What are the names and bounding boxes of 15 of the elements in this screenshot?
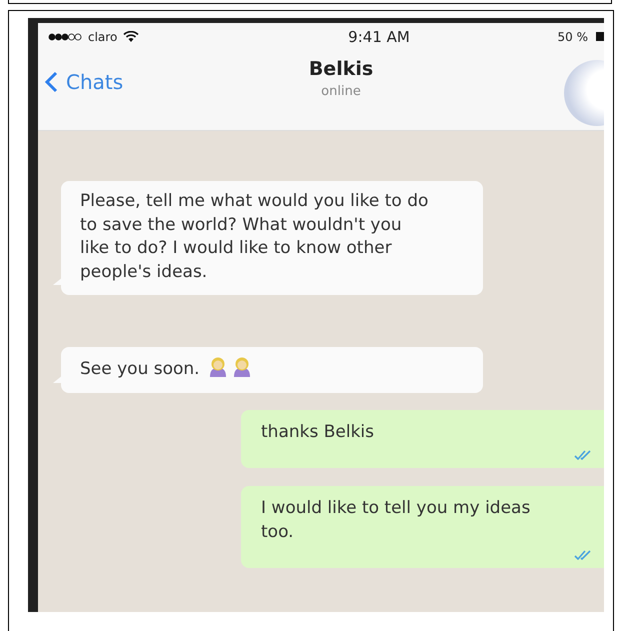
contact-status: online (321, 84, 361, 99)
message-text: See you soon. (80, 359, 200, 379)
battery-percent: 50 % (558, 30, 588, 44)
person-emoji-icon (207, 356, 229, 378)
message-text: Please, tell me what would you like to do to save the world? What wouldn't you like to do? I would like to know other people's ideas. (80, 191, 428, 282)
message-text: thanks Belkis (261, 422, 374, 442)
wifi-icon (123, 30, 140, 42)
carrier-name: claro (88, 30, 118, 44)
chevron-left-icon (44, 71, 58, 93)
contact-name: Belkis (308, 58, 374, 80)
clock-time: 9:41 AM (348, 28, 410, 46)
back-button[interactable]: Chats (44, 70, 124, 94)
signal-icon (48, 32, 82, 40)
message-text: I would like to tell you my ideas too. (261, 498, 530, 542)
person-emoji-icon (231, 356, 253, 378)
